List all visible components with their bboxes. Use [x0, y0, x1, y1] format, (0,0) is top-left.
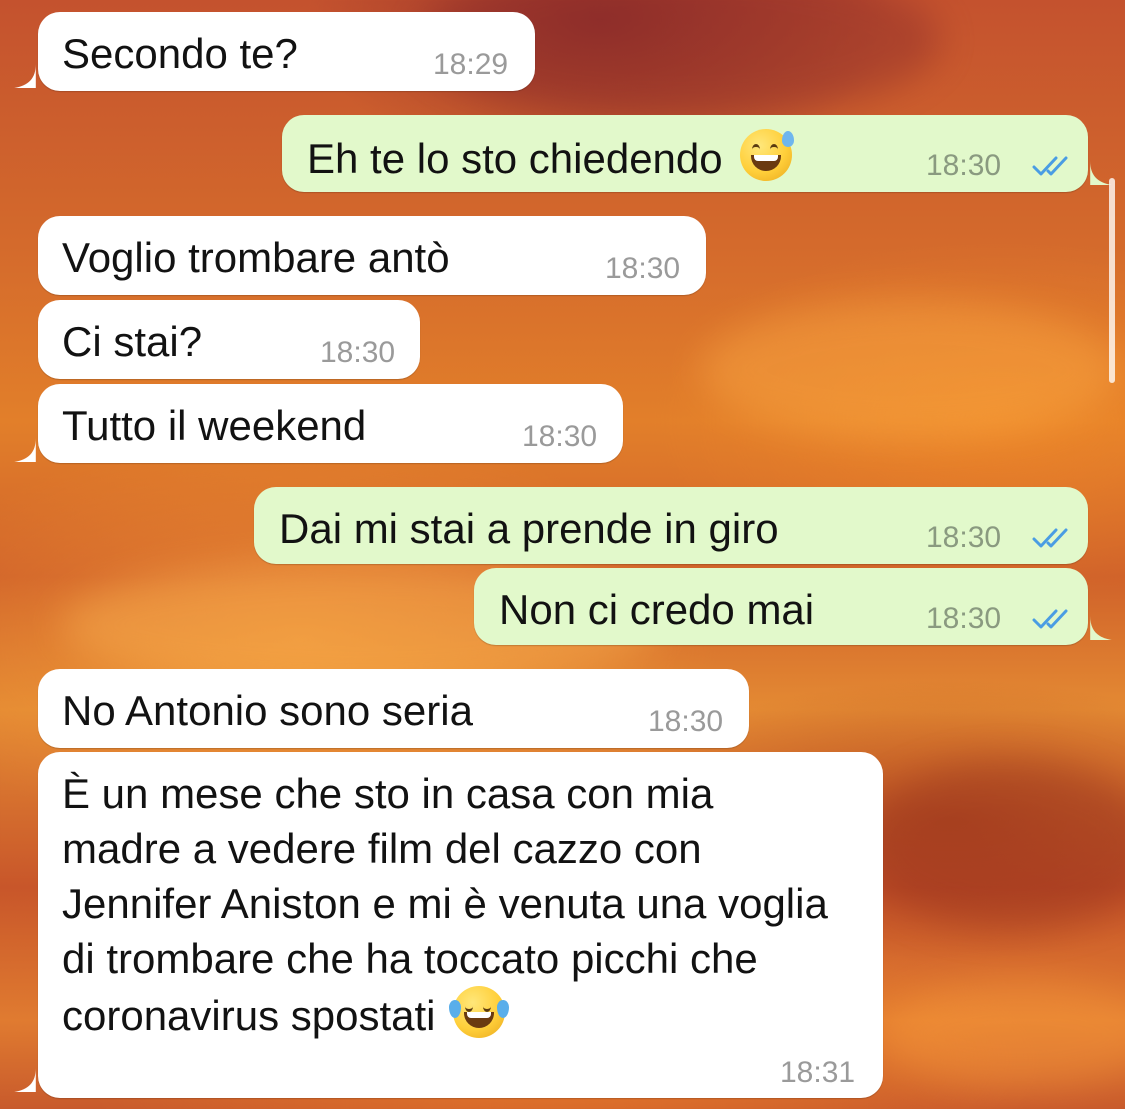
read-receipt-double-check-icon [1032, 156, 1068, 176]
message-bubble-incoming[interactable]: No Antonio sono seria 18:30 [38, 669, 749, 748]
message-bubble-incoming[interactable]: Voglio trombare antò 18:30 [38, 216, 706, 295]
message-text-content: Eh te lo sto chiedendo [307, 135, 723, 182]
bubble-tail [1090, 616, 1112, 640]
message-timestamp: 18:30 [926, 149, 1002, 182]
message-text: Dai mi stai a prende in giro [279, 505, 779, 552]
bubble-tail [14, 1068, 36, 1092]
face-with-tears-of-joy-icon [449, 986, 510, 1038]
message-text: Non ci credo mai [499, 586, 815, 633]
wallpaper-cloud [880, 980, 1125, 1090]
bubble-tail [14, 64, 36, 88]
read-receipt-double-check-icon [1032, 609, 1068, 629]
message-text: Tutto il weekend [62, 402, 367, 449]
message-bubble-outgoing[interactable]: Dai mi stai a prende in giro 18:30 [254, 487, 1088, 564]
grinning-face-with-sweat-icon [740, 129, 795, 181]
wallpaper-cloud [860, 760, 1125, 930]
message-text: Voglio trombare antò [62, 234, 450, 281]
message-timestamp: 18:30 [605, 252, 681, 285]
message-timestamp: 18:29 [433, 48, 509, 81]
message-bubble-incoming[interactable]: Ci stai? 18:30 [38, 300, 420, 379]
message-timestamp: 18:30 [320, 336, 396, 369]
message-bubble-incoming[interactable]: Secondo te? 18:29 [14, 12, 535, 91]
scroll-indicator[interactable] [1109, 178, 1115, 383]
message-text: Ci stai? [62, 318, 203, 365]
message-text: È un mese che sto in casa con mia madre … [62, 766, 842, 1043]
message-text-content: È un mese che sto in casa con mia madre … [62, 770, 840, 1039]
message-bubble-outgoing[interactable]: Eh te lo sto chiedendo 18:30 [282, 115, 1112, 192]
message-timestamp: 18:30 [926, 602, 1002, 635]
read-receipt-double-check-icon [1032, 528, 1068, 548]
message-text: Secondo te? [62, 30, 298, 77]
bubble-tail [14, 438, 36, 462]
message-bubble-outgoing[interactable]: Non ci credo mai 18:30 [474, 568, 1112, 645]
message-text: No Antonio sono seria [62, 687, 473, 734]
wallpaper-cloud [700, 300, 1120, 440]
message-timestamp: 18:30 [522, 420, 598, 453]
message-bubble-incoming[interactable]: È un mese che sto in casa con mia madre … [14, 752, 883, 1098]
message-bubble-incoming[interactable]: Tutto il weekend 18:30 [14, 384, 623, 463]
message-text: Eh te lo sto chiedendo [307, 129, 795, 186]
message-timestamp: 18:30 [926, 521, 1002, 554]
message-timestamp: 18:30 [648, 705, 724, 738]
message-timestamp: 18:31 [780, 1056, 856, 1089]
